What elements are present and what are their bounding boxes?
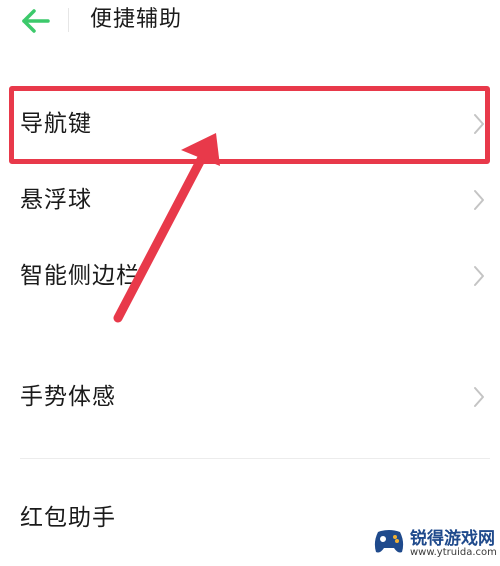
watermark-url: www.ytruida.com (410, 547, 497, 558)
menu-item-gesture-motion[interactable]: 手势体感 (0, 367, 500, 427)
page-title: 便捷辅助 (90, 7, 183, 32)
menu-item-label: 手势体感 (20, 384, 116, 410)
gamepad-logo-icon (374, 530, 404, 553)
arrow-left-icon (22, 9, 50, 33)
chevron-right-icon (474, 266, 484, 286)
menu-item-label: 智能侧边栏 (20, 263, 140, 289)
menu-item-smart-sidebar[interactable]: 智能侧边栏 (0, 246, 500, 306)
menu-item-label: 导航键 (20, 111, 92, 137)
back-button[interactable] (20, 6, 52, 36)
menu-item-label: 红包助手 (20, 505, 116, 531)
header-divider (68, 8, 69, 32)
menu-item-navigation-keys[interactable]: 导航键 (0, 94, 500, 154)
menu-item-label: 悬浮球 (20, 187, 92, 213)
app-header: 便捷辅助 (0, 0, 500, 44)
menu-item-floating-ball[interactable]: 悬浮球 (0, 170, 500, 230)
section-divider (20, 458, 490, 459)
chevron-right-icon (474, 190, 484, 210)
chevron-right-icon (474, 114, 484, 134)
chevron-right-icon (474, 387, 484, 407)
watermark-name: 锐得游戏网 (410, 529, 495, 549)
watermark: 锐得游戏网 www.ytruida.com (370, 520, 500, 566)
